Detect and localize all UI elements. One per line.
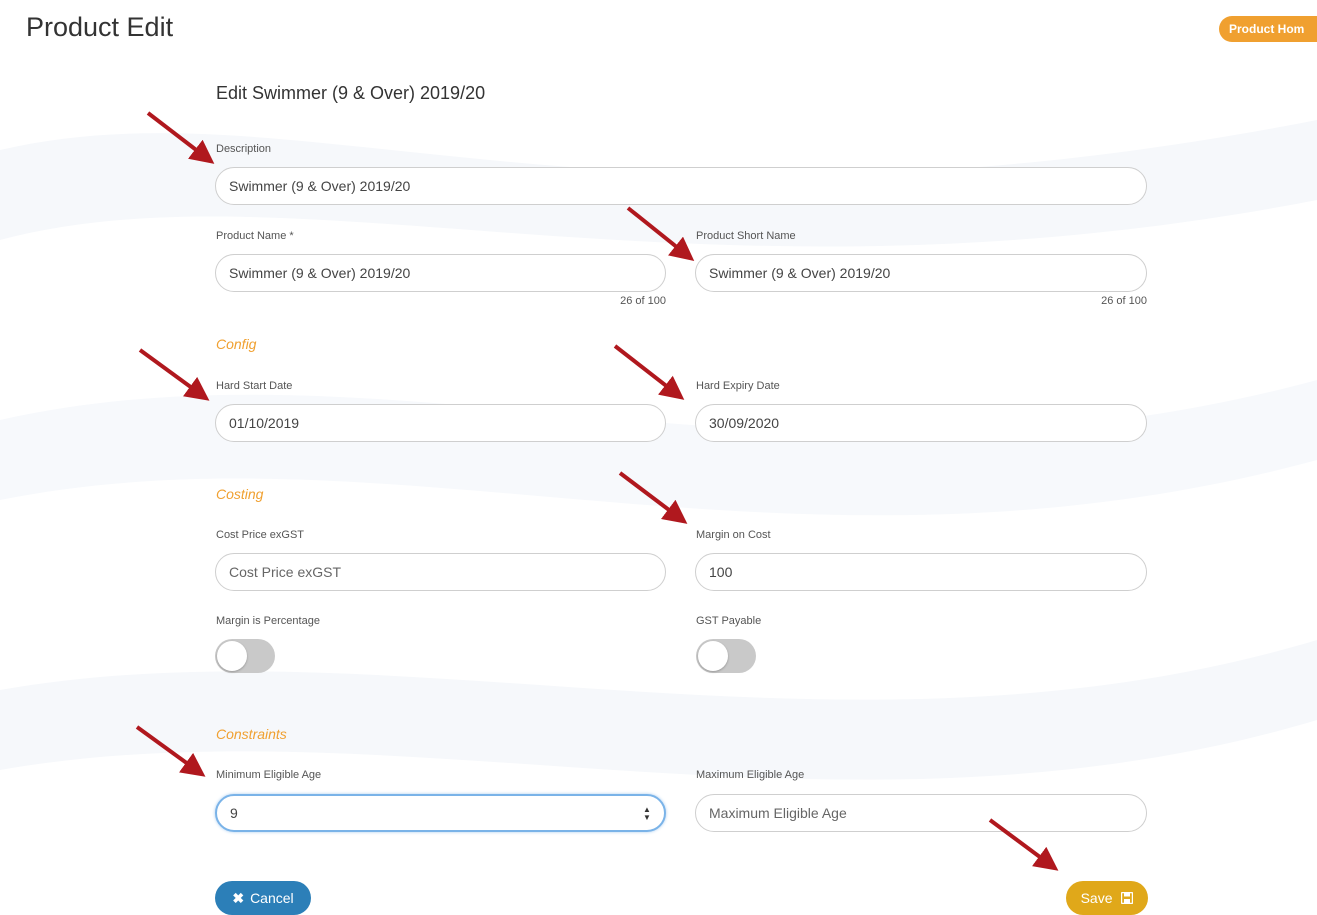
config-section-title: Config: [216, 336, 257, 352]
save-button[interactable]: Save: [1066, 881, 1148, 915]
margin-on-cost-input[interactable]: 100: [695, 553, 1147, 591]
margin-is-percentage-label: Margin is Percentage: [216, 615, 320, 627]
max-age-label: Maximum Eligible Age: [696, 769, 805, 781]
constraints-section-title: Constraints: [216, 726, 287, 742]
margin-is-percentage-toggle[interactable]: [215, 639, 275, 673]
product-short-name-label: Product Short Name: [696, 230, 796, 242]
form-heading: Edit Swimmer (9 & Over) 2019/20: [216, 83, 486, 103]
arrow-start-date: [138, 348, 210, 401]
min-age-value: 9: [230, 805, 238, 821]
page-title: Product Edit: [26, 12, 174, 42]
product-name-label: Product Name *: [216, 230, 294, 242]
cost-price-label: Cost Price exGST: [216, 529, 305, 541]
description-input[interactable]: Swimmer (9 & Over) 2019/20: [215, 167, 1147, 205]
product-name-counter: 26 of 100: [620, 295, 666, 307]
background-pattern: [0, 120, 1317, 780]
max-age-input[interactable]: Maximum Eligible Age: [695, 794, 1147, 832]
arrow-description: [146, 111, 215, 164]
margin-on-cost-label: Margin on Cost: [696, 529, 771, 541]
hard-expiry-date-label: Hard Expiry Date: [696, 380, 780, 392]
min-age-label: Minimum Eligible Age: [216, 769, 322, 781]
hard-start-date-input[interactable]: 01/10/2019: [215, 404, 666, 442]
product-short-name-counter: 26 of 100: [1101, 295, 1147, 307]
hard-start-date-label: Hard Start Date: [216, 380, 293, 392]
arrow-min-age: [135, 725, 206, 777]
cancel-button-label: Cancel: [250, 890, 294, 906]
product-home-button[interactable]: Product Hom: [1219, 16, 1317, 42]
gst-payable-label: GST Payable: [696, 615, 762, 627]
toggle-knob: [217, 641, 247, 671]
annotation-arrows: [135, 111, 1059, 871]
product-name-input[interactable]: Swimmer (9 & Over) 2019/20: [215, 254, 666, 292]
gst-payable-toggle[interactable]: [696, 639, 756, 673]
cancel-button[interactable]: ✖ Cancel: [215, 881, 311, 915]
arrow-margin: [618, 471, 688, 524]
close-icon: ✖: [232, 890, 245, 906]
arrow-short-name: [626, 206, 695, 261]
save-button-label: Save: [1080, 890, 1113, 906]
number-spinner-icon[interactable]: ▲ ▼: [642, 806, 652, 822]
hard-expiry-date-input[interactable]: 30/09/2020: [695, 404, 1147, 442]
costing-section-title: Costing: [216, 486, 264, 502]
description-label: Description: [216, 143, 272, 155]
floppy-disk-icon: [1121, 891, 1134, 905]
min-age-input[interactable]: 9 ▲ ▼: [215, 794, 666, 832]
product-short-name-input[interactable]: Swimmer (9 & Over) 2019/20: [695, 254, 1147, 292]
toggle-knob: [698, 641, 728, 671]
cost-price-input[interactable]: Cost Price exGST: [215, 553, 666, 591]
arrow-expiry-date: [613, 344, 685, 400]
